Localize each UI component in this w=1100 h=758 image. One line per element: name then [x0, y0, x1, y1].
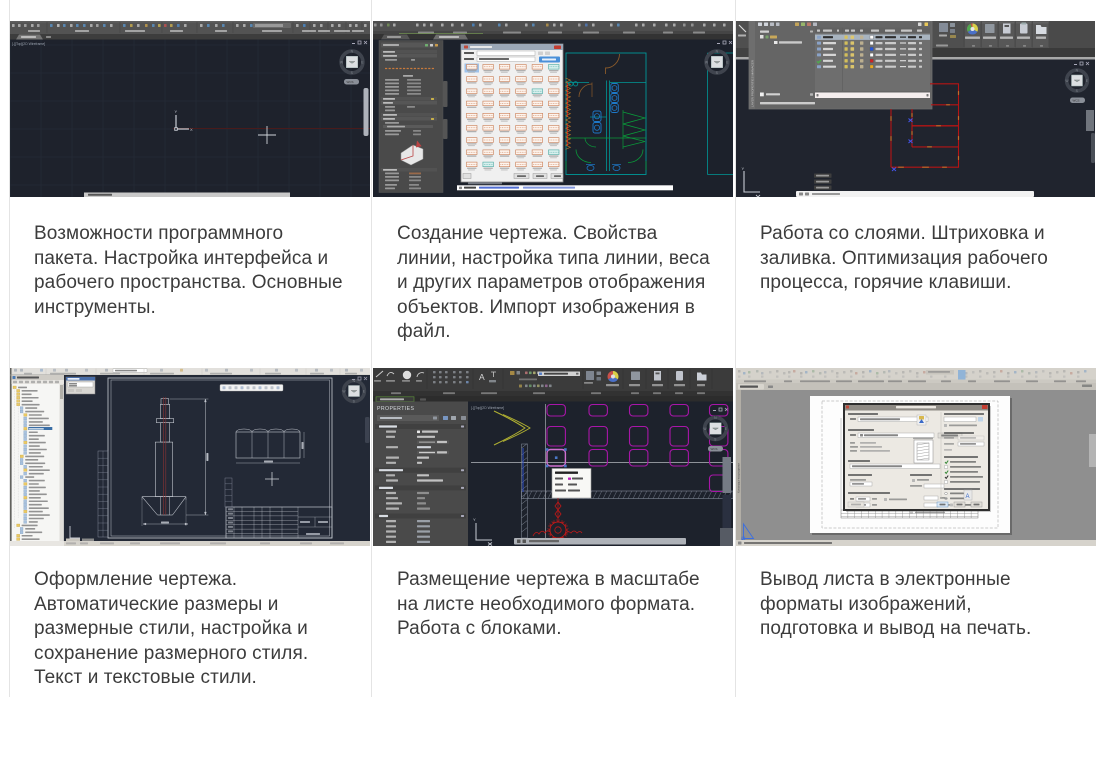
svg-text:A: A: [966, 494, 970, 500]
svg-text:[-][Top][2D Wireframe]: [-][Top][2D Wireframe]: [471, 406, 504, 410]
svg-text:X: X: [190, 127, 193, 132]
svg-text:Y: Y: [175, 109, 178, 114]
svg-text:WCS: WCS: [347, 80, 354, 84]
svg-text:A: A: [479, 372, 485, 382]
svg-text:Y: Y: [473, 517, 476, 522]
svg-text:Y: Y: [742, 166, 745, 171]
svg-text:WCS: WCS: [1073, 99, 1080, 103]
svg-text:LAYER PROPERTIES MANAGER: LAYER PROPERTIES MANAGER: [751, 59, 755, 107]
svg-text:PROPERTIES: PROPERTIES: [377, 406, 414, 412]
svg-text:Команды-посредники: Команды-посредники: [737, 463, 741, 493]
svg-text:[-][Top][2D Wireframe]: [-][Top][2D Wireframe]: [12, 42, 45, 46]
svg-text:WCS: WCS: [711, 447, 718, 451]
